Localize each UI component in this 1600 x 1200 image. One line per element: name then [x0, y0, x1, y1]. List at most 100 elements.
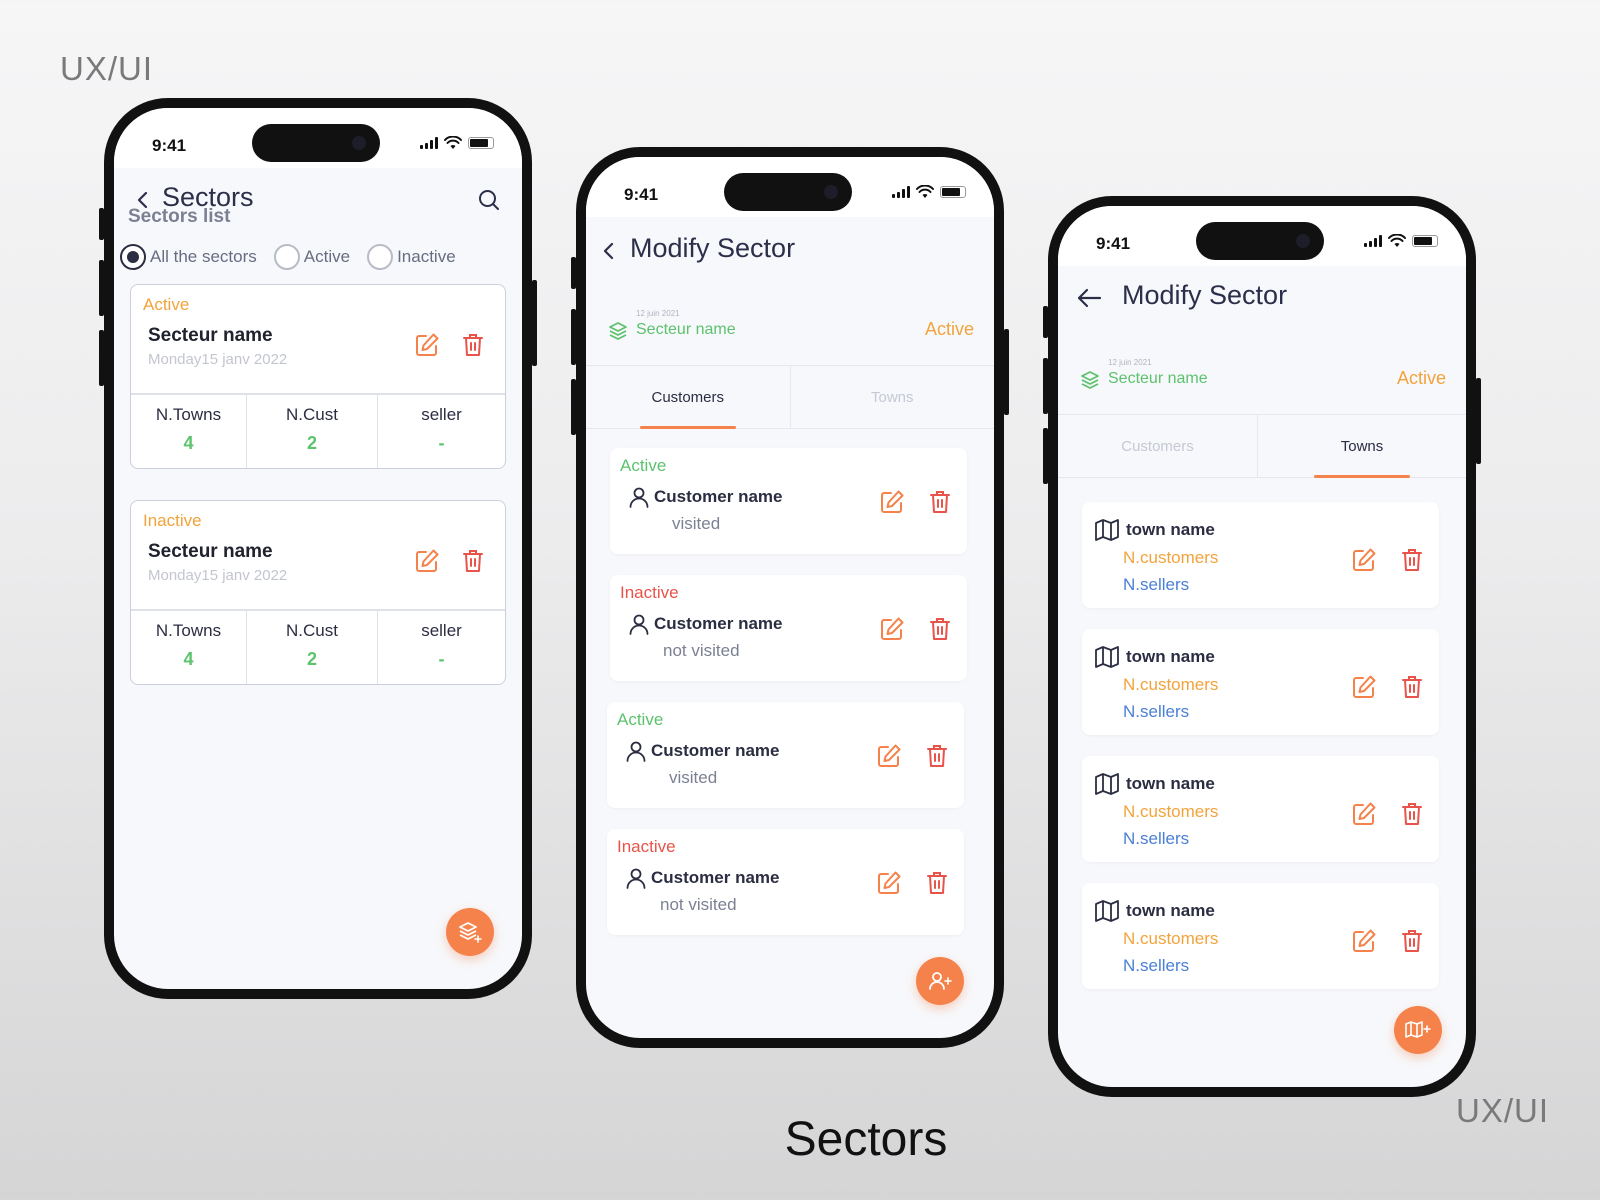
status-bar: 9:41: [586, 157, 994, 217]
delete-button[interactable]: [1398, 927, 1426, 955]
radio-unchecked-icon: [273, 244, 300, 270]
tab-towns[interactable]: Towns: [791, 366, 995, 428]
stat-seller: seller -: [421, 405, 462, 453]
sector-name: Secteur name: [148, 325, 273, 346]
arrow-left-icon: [1077, 288, 1102, 308]
phone-modify-sector-customers: 9:41 Modify Sector 12 juin 2021 Secteur …: [571, 147, 1009, 1048]
visit-status: visited: [669, 768, 718, 787]
status-bar: 9:41: [114, 108, 522, 168]
trash-icon: [930, 618, 950, 640]
tab-towns[interactable]: Towns: [1258, 415, 1466, 478]
town-card[interactable]: town name N.customers N.sellers: [1082, 883, 1439, 989]
stat-towns: N.Towns 4: [131, 611, 247, 684]
edit-button[interactable]: [413, 547, 441, 575]
signal-icon: [892, 186, 910, 198]
visit-status: not visited: [663, 641, 740, 660]
edit-icon: [881, 617, 904, 640]
map-icon: [1095, 646, 1119, 668]
customer-name: Customer name: [651, 868, 780, 887]
filter-all-sectors[interactable]: All the sectors: [120, 244, 257, 270]
sector-date: 12 juin 2021: [1108, 358, 1152, 367]
visit-status: not visited: [660, 895, 737, 914]
chevron-left-icon: [603, 242, 614, 260]
corner-label-top: UX/UI: [60, 50, 154, 87]
edit-button[interactable]: [1350, 546, 1378, 574]
sellers-count: N.sellers: [1123, 956, 1190, 975]
back-button[interactable]: [1076, 280, 1104, 316]
customers-count: N.customers: [1123, 675, 1219, 694]
status-badge: Inactive: [620, 583, 679, 602]
sector-date: Monday15 janv 2022: [148, 351, 288, 368]
tab-customers[interactable]: Customers: [1058, 415, 1258, 477]
add-map-icon: [1405, 1021, 1431, 1038]
status-badge: Active: [143, 295, 190, 314]
status-badge: Active: [924, 319, 974, 339]
tab-customers[interactable]: Customers: [586, 366, 791, 429]
customer-card[interactable]: Inactive Customer name not visited: [607, 829, 964, 935]
edit-button[interactable]: [413, 331, 441, 359]
sector-date: Monday15 janv 2022: [148, 567, 288, 584]
trash-icon: [463, 550, 483, 572]
status-time: 9:41: [152, 136, 187, 155]
delete-button[interactable]: [1398, 800, 1426, 828]
sector-card[interactable]: Active Secteur name Monday15 janv 2022 N…: [130, 284, 506, 469]
add-town-button[interactable]: [1394, 1006, 1442, 1054]
stat-customers: N.Cust 2: [247, 395, 378, 468]
town-name: town name: [1126, 774, 1215, 793]
battery-icon: [468, 137, 494, 149]
sector-card[interactable]: Inactive Secteur name Monday15 janv 2022…: [130, 500, 506, 685]
visit-status: visited: [672, 514, 721, 533]
delete-button[interactable]: [1398, 546, 1426, 574]
customer-card[interactable]: Inactive Customer name not visited: [610, 575, 967, 681]
user-icon: [626, 741, 646, 762]
footer-title: Sectors: [784, 1113, 948, 1166]
sellers-count: N.sellers: [1123, 702, 1190, 721]
edit-button[interactable]: [1350, 927, 1378, 955]
status-bar: 9:41: [1058, 206, 1466, 266]
search-button[interactable]: [474, 182, 504, 218]
delete-button[interactable]: [923, 869, 951, 897]
status-badge: Active: [617, 710, 664, 729]
trash-icon: [463, 334, 483, 356]
page-title: Modify Sector: [1122, 280, 1288, 310]
town-card[interactable]: town name N.customers N.sellers: [1082, 629, 1439, 735]
town-card[interactable]: town name N.customers N.sellers: [1082, 502, 1439, 608]
delete-button[interactable]: [926, 488, 954, 516]
stat-towns: N.Towns 4: [131, 395, 247, 468]
edit-icon: [1353, 802, 1376, 825]
add-sector-button[interactable]: [446, 908, 494, 956]
dynamic-island: [724, 173, 852, 211]
delete-button[interactable]: [923, 742, 951, 770]
customers-count: N.customers: [1123, 929, 1219, 948]
signal-icon: [1364, 235, 1382, 247]
status-badge: Inactive: [617, 837, 676, 856]
tab-bar: Customers Towns: [586, 365, 994, 429]
sector-name: Secteur name: [1108, 370, 1208, 387]
edit-icon: [878, 871, 901, 894]
delete-button[interactable]: [1398, 673, 1426, 701]
delete-button[interactable]: [459, 331, 487, 359]
add-customer-button[interactable]: [916, 957, 964, 1005]
sector-name: Secteur name: [636, 321, 736, 338]
user-icon: [629, 614, 649, 635]
edit-button[interactable]: [1350, 800, 1378, 828]
edit-button[interactable]: [878, 615, 906, 643]
add-layers-icon: [459, 922, 482, 943]
town-card[interactable]: town name N.customers N.sellers: [1082, 756, 1439, 862]
back-button[interactable]: [602, 233, 624, 269]
edit-button[interactable]: [875, 742, 903, 770]
edit-button[interactable]: [878, 488, 906, 516]
filter-active[interactable]: Active: [273, 244, 350, 270]
edit-button[interactable]: [1350, 673, 1378, 701]
customer-card[interactable]: Active Customer name visited: [607, 702, 964, 808]
filter-inactive[interactable]: Inactive: [367, 244, 456, 270]
status-filter: All the sectors Active Inactive: [120, 244, 473, 270]
customer-card[interactable]: Active Customer name visited: [610, 448, 967, 554]
sellers-count: N.sellers: [1123, 575, 1190, 594]
edit-button[interactable]: [875, 869, 903, 897]
screen: 9:41 Sectors Sectors list All the sector…: [114, 108, 522, 989]
page-title: Modify Sector: [630, 233, 796, 263]
user-icon: [626, 868, 646, 889]
delete-button[interactable]: [926, 615, 954, 643]
delete-button[interactable]: [459, 547, 487, 575]
